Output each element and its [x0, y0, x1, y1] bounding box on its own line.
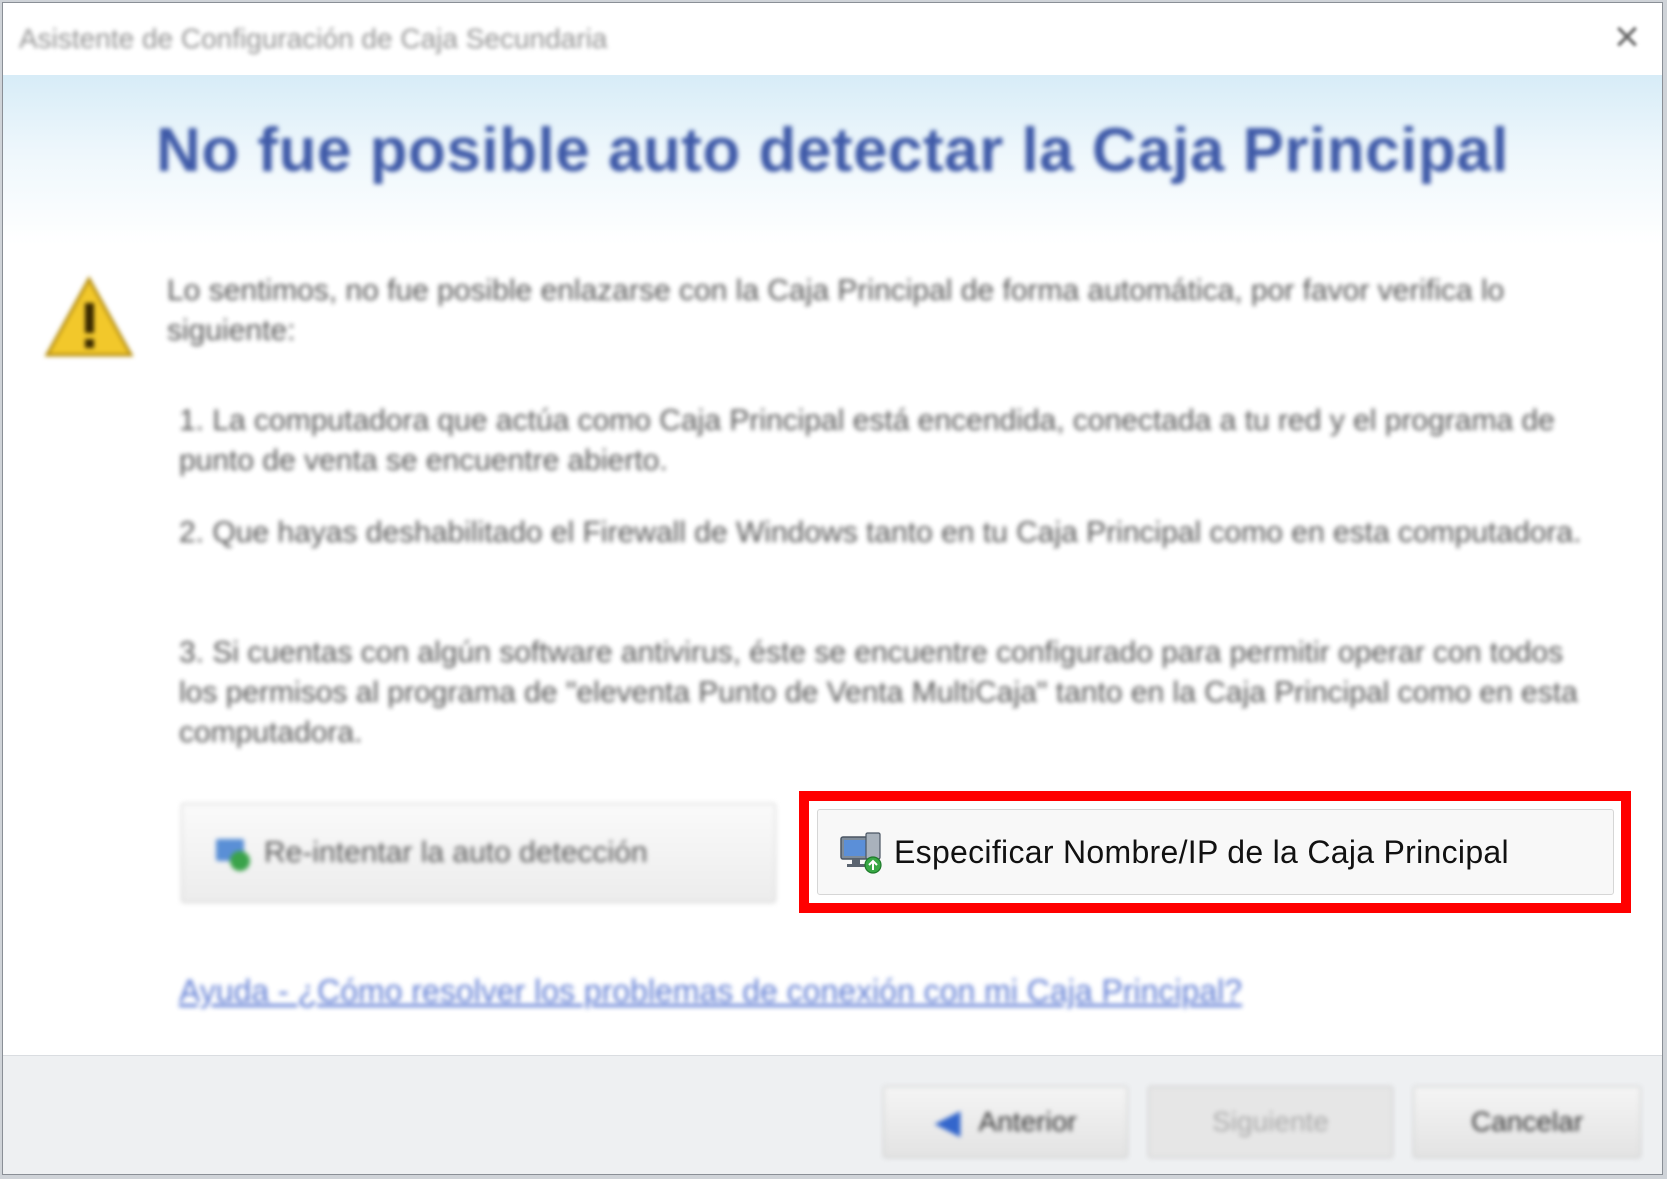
next-button[interactable]: Siguiente	[1148, 1086, 1393, 1158]
refresh-network-icon	[216, 839, 250, 871]
window-title: Asistente de Configuración de Caja Secun…	[19, 23, 608, 54]
title-bar: Asistente de Configuración de Caja Secun…	[3, 3, 1662, 75]
warning-icon	[44, 275, 134, 357]
checklist-item-3: 3. Si cuentas con algún software antivir…	[179, 636, 1578, 749]
wizard-window: Asistente de Configuración de Caja Secun…	[2, 2, 1663, 1175]
close-icon: ✕	[1612, 19, 1642, 57]
back-arrow-icon: ◀	[934, 1103, 961, 1141]
cancel-label: Cancelar	[1470, 1106, 1584, 1137]
specify-host-button[interactable]: Especificar Nombre/IP de la Caja Princip…	[817, 809, 1614, 895]
retry-autodetect-label: Re-intentar la auto detección	[264, 836, 648, 869]
back-button[interactable]: ◀ Anterior	[883, 1086, 1128, 1158]
checklist-item-2: 2. Que hayas deshabilitado el Firewall d…	[179, 516, 1582, 549]
header-banner: No fue posible auto detectar la Caja Pri…	[3, 75, 1662, 245]
page-title: No fue posible auto detectar la Caja Pri…	[156, 116, 1509, 185]
next-label: Siguiente	[1212, 1106, 1329, 1137]
intro-text: Lo sentimos, no fue posible enlazarse co…	[167, 274, 1505, 347]
back-label: Anterior	[978, 1106, 1077, 1137]
help-link[interactable]: Ayuda - ¿Cómo resolver los problemas de …	[179, 973, 1242, 1010]
footer-bar: ◀ Anterior Siguiente Cancelar	[3, 1055, 1662, 1174]
retry-autodetect-button[interactable]: Re-intentar la auto detección	[181, 803, 776, 903]
cancel-button[interactable]: Cancelar	[1413, 1086, 1641, 1158]
checklist-item-1: 1. La computadora que actúa como Caja Pr…	[179, 404, 1555, 477]
specify-host-label: Especificar Nombre/IP de la Caja Princip…	[894, 833, 1509, 870]
computer-network-icon	[840, 832, 882, 874]
close-button[interactable]: ✕	[1606, 17, 1648, 59]
